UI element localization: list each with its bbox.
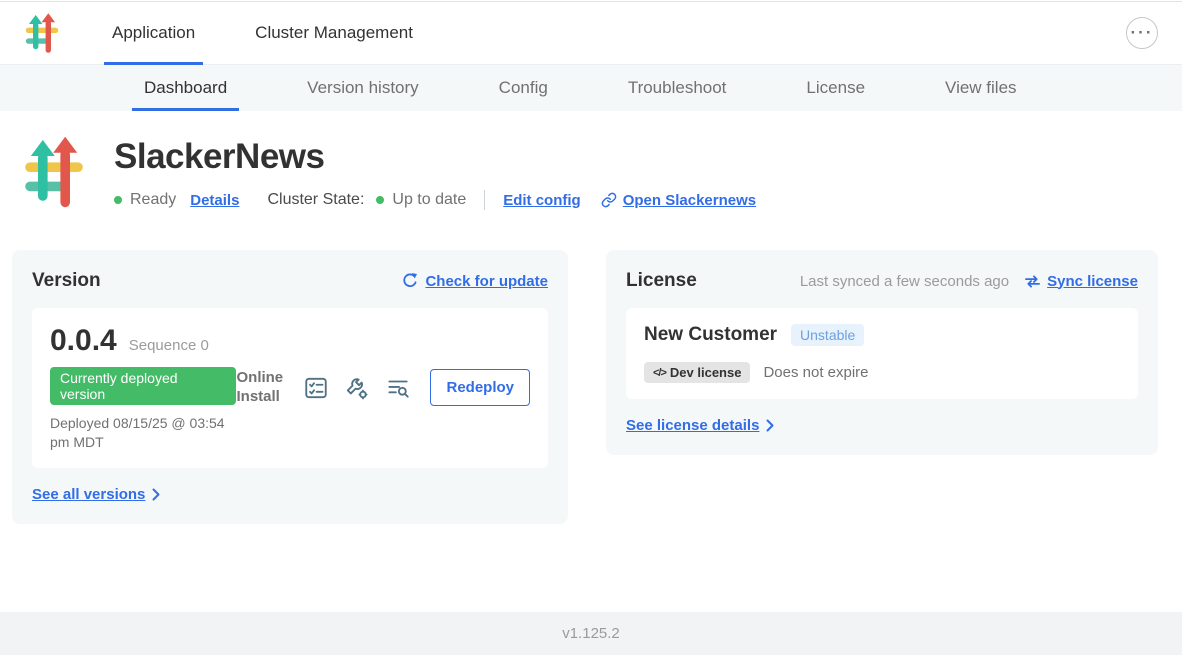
edit-config-link[interactable]: Edit config: [503, 192, 581, 209]
license-card: License Last synced a few seconds ago Sy…: [606, 250, 1158, 455]
app-header: SlackerNews Ready Details Cluster State:…: [0, 111, 1182, 210]
app-subnav: Dashboard Version history Config Trouble…: [0, 65, 1182, 111]
cluster-state-label: Cluster State:: [267, 191, 364, 209]
current-version-panel: 0.0.4 Sequence 0 Currently deployed vers…: [32, 308, 548, 468]
open-app-link[interactable]: Open Slackernews: [601, 192, 756, 209]
refresh-icon: [401, 272, 419, 290]
install-type-label: Online Install: [236, 369, 288, 407]
license-type-label: Dev license: [670, 365, 742, 380]
top-nav: Application Cluster Management: [0, 2, 1182, 65]
chevron-right-icon: [766, 419, 774, 432]
deploy-logs-icon[interactable]: [385, 375, 411, 401]
tab-application[interactable]: Application: [104, 2, 203, 64]
subnav-view-files[interactable]: View files: [933, 65, 1029, 111]
deployed-timestamp: Deployed 08/15/25 @ 03:54 pm MDT: [50, 414, 236, 452]
chevron-right-icon: [152, 488, 160, 501]
subnav-license[interactable]: License: [794, 65, 877, 111]
subnav-dashboard[interactable]: Dashboard: [132, 65, 239, 111]
license-details-panel: New Customer Unstable </> Dev license Do…: [626, 308, 1138, 399]
app-logo-icon: [24, 13, 60, 53]
page-title: SlackerNews: [114, 137, 756, 177]
open-app-label: Open Slackernews: [623, 192, 756, 209]
app-icon: [22, 135, 86, 209]
ellipsis-icon: [1131, 26, 1154, 41]
deployed-badge: Currently deployed version: [50, 367, 236, 405]
redeploy-button[interactable]: Redeploy: [430, 369, 530, 406]
app-status-row: Ready Details Cluster State: Up to date …: [114, 190, 756, 210]
dashboard-cards: Version Check for update 0.0.4 Sequence …: [0, 210, 1182, 524]
cluster-state-value: Up to date: [392, 191, 466, 209]
subnav-version-history[interactable]: Version history: [295, 65, 431, 111]
sequence-label: Sequence 0: [129, 337, 209, 354]
sync-license-label: Sync license: [1047, 273, 1138, 290]
check-for-update-link[interactable]: Check for update: [401, 272, 548, 290]
top-tabs: Application Cluster Management: [104, 2, 465, 64]
link-icon: [601, 192, 617, 208]
tab-cluster-management-label: Cluster Management: [255, 23, 413, 43]
ready-status-dot: [114, 196, 122, 204]
app-footer: v1.125.2: [0, 612, 1182, 655]
channel-badge: Unstable: [791, 324, 864, 346]
license-expiry: Does not expire: [763, 364, 868, 381]
license-type-badge: </> Dev license: [644, 362, 750, 383]
overflow-menu-button[interactable]: [1126, 17, 1158, 49]
check-for-update-label: Check for update: [425, 273, 548, 290]
subnav-troubleshoot[interactable]: Troubleshoot: [616, 65, 739, 111]
preflight-checks-icon[interactable]: [303, 375, 329, 401]
see-license-details-link[interactable]: See license details: [626, 417, 774, 434]
see-license-details-label: See license details: [626, 417, 759, 434]
cluster-state-dot: [376, 196, 384, 204]
customer-name: New Customer: [644, 324, 777, 346]
code-icon: </>: [653, 367, 666, 379]
tab-cluster-management[interactable]: Cluster Management: [247, 2, 421, 64]
see-all-versions-label: See all versions: [32, 486, 145, 503]
console-version: v1.125.2: [562, 625, 620, 642]
version-number: 0.0.4: [50, 324, 117, 358]
sync-license-link[interactable]: Sync license: [1024, 273, 1138, 290]
version-card: Version Check for update 0.0.4 Sequence …: [12, 250, 568, 524]
sync-icon: [1024, 274, 1041, 289]
divider: [484, 190, 485, 210]
edit-config-icon[interactable]: [344, 375, 370, 401]
details-link[interactable]: Details: [190, 192, 239, 209]
tab-application-label: Application: [112, 23, 195, 43]
subnav-config[interactable]: Config: [487, 65, 560, 111]
version-card-title: Version: [32, 270, 101, 292]
last-synced-text: Last synced a few seconds ago: [800, 273, 1009, 290]
see-all-versions-link[interactable]: See all versions: [32, 486, 160, 503]
app-status: Ready: [130, 191, 176, 209]
license-card-title: License: [626, 270, 697, 292]
